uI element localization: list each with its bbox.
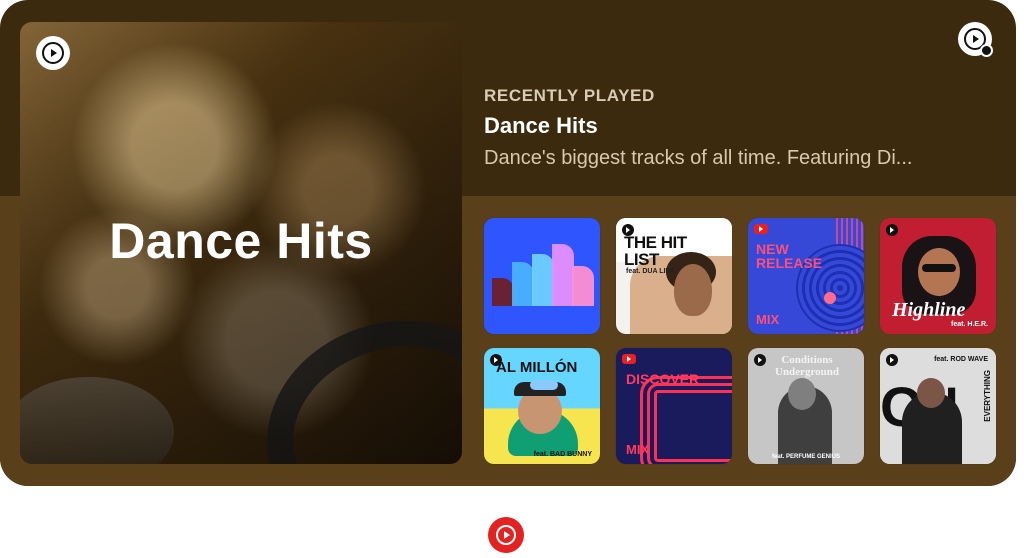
- tile-feat-text: feat. DUA LIPA: [626, 268, 675, 275]
- play-badge-icon: [754, 224, 768, 234]
- hero-artwork[interactable]: Dance Hits: [20, 22, 462, 464]
- tile-feat-text: feat. H.E.R.: [951, 321, 988, 328]
- tile-title: Highline: [892, 299, 966, 321]
- youtube-music-icon[interactable]: [488, 517, 524, 553]
- playlist-grid: THE HIT LIST feat. DUA LIPA NEW RELEASE …: [484, 218, 996, 464]
- recently-played-info: RECENTLY PLAYED Dance Hits Dance's bigge…: [484, 86, 994, 170]
- tile-bar: [572, 266, 594, 306]
- face-shape: [917, 378, 945, 408]
- playlist-tile-on-everything[interactable]: ON EVERYTHING feat. ROD WAVE: [880, 348, 996, 464]
- tile-lines-shape: [640, 376, 732, 464]
- tile-bar: [492, 278, 514, 306]
- playlist-tile-hit-list[interactable]: THE HIT LIST feat. DUA LIPA: [616, 218, 732, 334]
- playlist-description: Dance's biggest tracks of all time. Feat…: [484, 147, 913, 169]
- tile-title: DISCOVER: [626, 371, 700, 387]
- play-badge-icon: [622, 354, 636, 364]
- tile-mix-label: MIX: [626, 442, 650, 457]
- headphones-shape: [243, 293, 462, 464]
- section-eyebrow: RECENTLY PLAYED: [484, 86, 655, 105]
- play-badge-icon: [886, 354, 898, 366]
- tile-title: NEW RELEASE: [756, 241, 823, 271]
- playlist-tile-highline[interactable]: Highline feat. H.E.R.: [880, 218, 996, 334]
- youtube-music-icon: [36, 36, 70, 70]
- playlist-tile-new-release-mix[interactable]: NEW RELEASE MIX: [748, 218, 864, 334]
- face-shape: [788, 378, 816, 410]
- tile-mix-label: MIX: [756, 312, 780, 327]
- recently-played-widget[interactable]: Dance Hits RECENTLY PLAYED Dance Hits Da…: [0, 0, 1016, 486]
- face-shape: [918, 248, 960, 296]
- dj-turntable-shape: [20, 377, 174, 464]
- tile-bar: [552, 244, 574, 306]
- tile-feat-text: feat. BAD BUNNY: [533, 451, 592, 458]
- face-shape: [674, 264, 712, 316]
- play-badge-icon: [754, 354, 766, 366]
- tile-bar: [512, 262, 534, 306]
- sunglasses-shape: [922, 264, 956, 272]
- play-badge-icon: [622, 224, 634, 236]
- tile-title: AL MILLÓN: [496, 359, 578, 376]
- tile-feat-text: feat. PERFUME GENIUS: [772, 454, 841, 460]
- tile-title: THE HIT LIST: [624, 233, 687, 269]
- playlist-title[interactable]: Dance Hits: [484, 113, 994, 139]
- status-dot-icon: [980, 44, 993, 57]
- record-center-dot: [824, 292, 836, 304]
- tile-bar: [532, 254, 554, 306]
- tile-side-text: EVERYTHING: [983, 370, 992, 422]
- playlist-tile-al-millon[interactable]: AL MILLÓN feat. BAD BUNNY: [484, 348, 600, 464]
- tile-feat-text: feat. ROD WAVE: [934, 356, 988, 363]
- playlist-tile-discover-mix[interactable]: DISCOVER MIX: [616, 348, 732, 464]
- tile-title: Conditions Underground: [775, 354, 839, 378]
- hero-title: Dance Hits: [109, 213, 373, 269]
- youtube-music-icon[interactable]: [958, 22, 993, 57]
- playlist-tile-colorful-bars[interactable]: [484, 218, 600, 334]
- play-badge-icon: [886, 224, 898, 236]
- playlist-tile-conditions-underground[interactable]: Conditions Underground feat. PERFUME GEN…: [748, 348, 864, 464]
- cap-brim-shape: [530, 380, 558, 390]
- play-badge-icon: [490, 354, 502, 366]
